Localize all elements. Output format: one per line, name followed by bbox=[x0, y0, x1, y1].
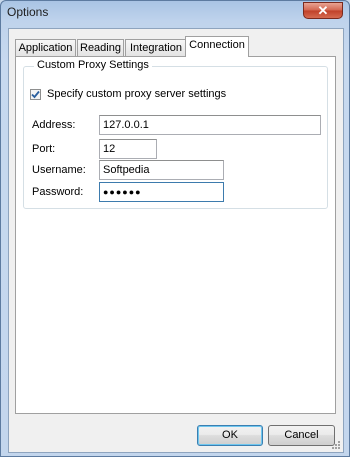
group-title: Custom Proxy Settings bbox=[34, 59, 152, 71]
proxy-checkbox[interactable] bbox=[30, 88, 41, 100]
title-bar[interactable]: Options ✕ bbox=[1, 1, 349, 23]
connection-panel: Custom Proxy Settings Specify custom pro… bbox=[15, 56, 336, 414]
options-window: Options ✕ Application Reading Integratio… bbox=[0, 0, 350, 457]
proxy-checkbox-row: Specify custom proxy server settings bbox=[30, 88, 226, 100]
address-label: Address: bbox=[32, 119, 76, 131]
username-field[interactable]: Softpedia bbox=[99, 160, 224, 180]
tab-integration[interactable]: Integration bbox=[125, 39, 187, 56]
password-label: Password: bbox=[32, 186, 84, 198]
custom-proxy-group: Custom Proxy Settings Specify custom pro… bbox=[23, 59, 328, 209]
tab-connection[interactable]: Connection bbox=[185, 36, 249, 57]
checkmark-icon bbox=[31, 90, 40, 98]
dialog-client-area: Application Reading Integration Connecti… bbox=[8, 28, 344, 453]
resize-grip-icon[interactable] bbox=[331, 440, 341, 450]
username-label: Username: bbox=[32, 164, 86, 176]
close-icon: ✕ bbox=[317, 2, 329, 18]
password-field[interactable]: ●●●●●● bbox=[99, 182, 224, 202]
close-button[interactable]: ✕ bbox=[303, 2, 343, 19]
proxy-checkbox-label: Specify custom proxy server settings bbox=[47, 88, 227, 100]
port-label: Port: bbox=[32, 143, 56, 155]
tab-reading[interactable]: Reading bbox=[77, 39, 124, 56]
ok-button[interactable]: OK bbox=[197, 425, 263, 446]
window-title: Options bbox=[7, 5, 49, 19]
port-field[interactable]: 12 bbox=[99, 139, 157, 159]
cancel-button[interactable]: Cancel bbox=[268, 425, 335, 446]
address-field[interactable]: 127.0.0.1 bbox=[99, 115, 321, 135]
tab-application[interactable]: Application bbox=[15, 39, 76, 56]
